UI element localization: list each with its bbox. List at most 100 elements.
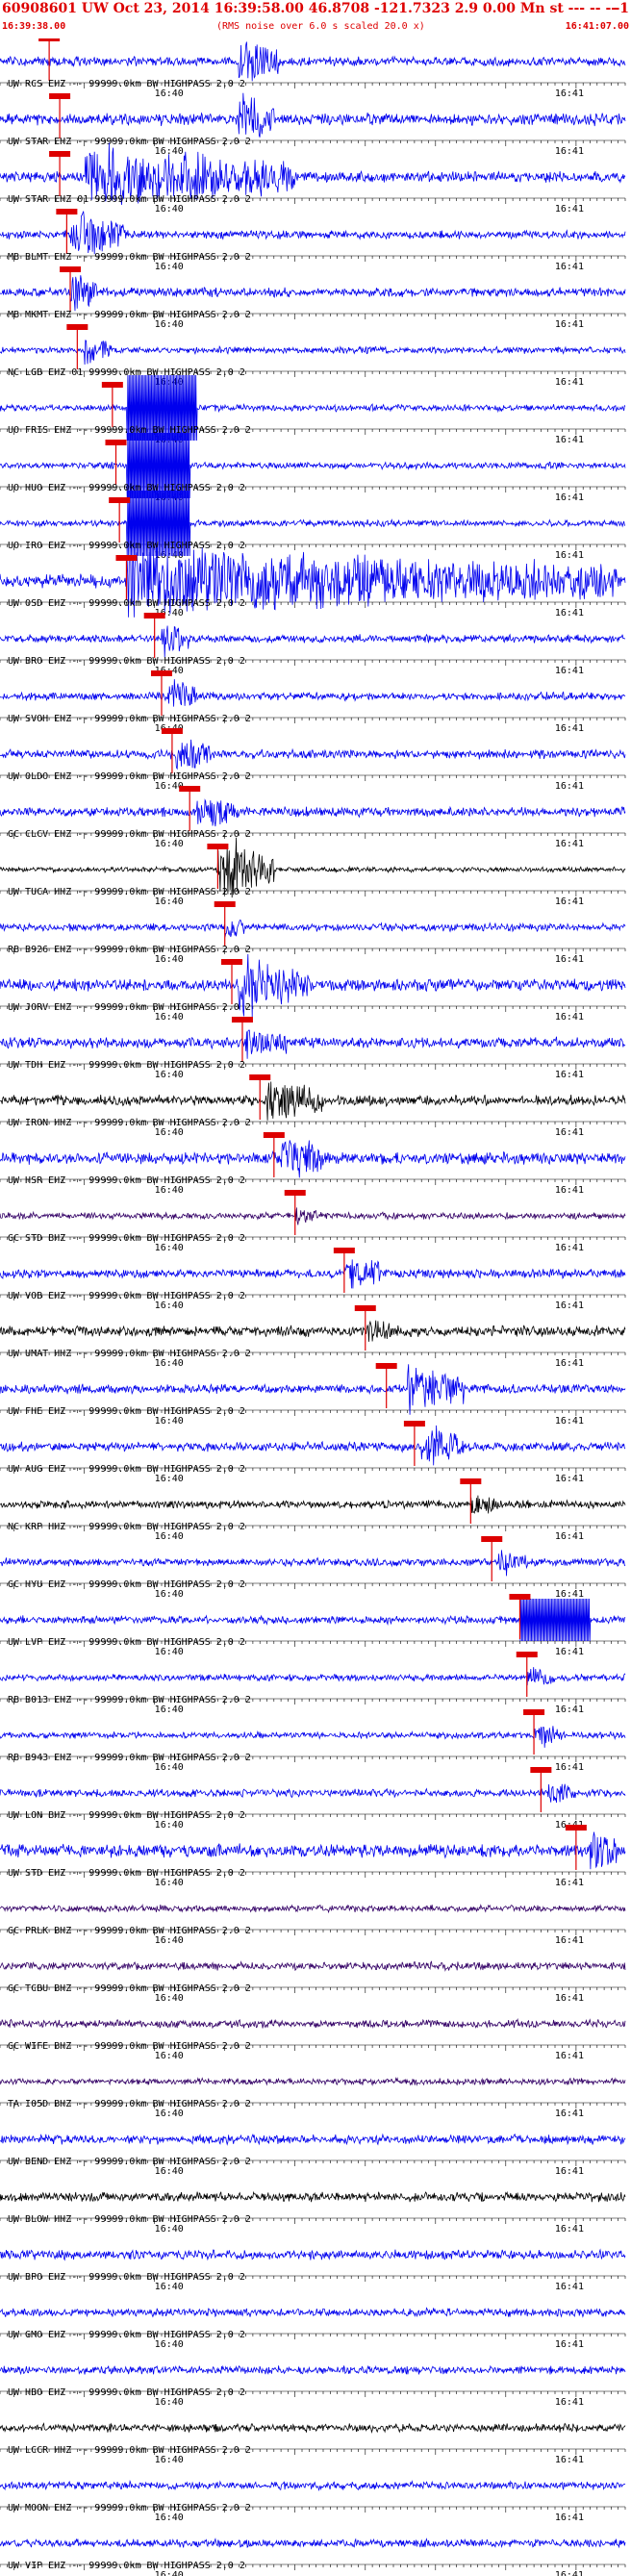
minute-tick-label: 16:41 <box>555 2513 584 2523</box>
station-label: UW OSD EHZ -- 99999.0km BW HIGHPASS 2.0 … <box>8 598 245 609</box>
arrival-pick-box <box>115 555 138 561</box>
waveform-trace <box>0 2190 626 2203</box>
seismogram-plot: 16:40 16:41 UW RCS EHZ -- 99999.0km BW HIG… <box>0 38 626 2576</box>
waveform-trace <box>0 2364 626 2376</box>
arrival-pick-box <box>66 324 88 330</box>
arrival-pick-box <box>231 1017 253 1023</box>
arrival-pick-box <box>109 497 131 503</box>
minute-tick-label: 16:40 <box>155 897 184 907</box>
station-label: UW LVP EHZ -- 99999.0km BW HIGHPASS 2.0 … <box>8 1637 245 1648</box>
minute-tick-label: 16:41 <box>555 146 584 157</box>
minute-tick-label: 16:41 <box>555 1301 584 1311</box>
station-label: TA I05D BHZ -- 99999.0km BW HIGHPASS 2.0… <box>8 2099 251 2109</box>
waveform-trace <box>0 679 626 707</box>
station-label: RB B943 EHZ -- 99999.0km BW HIGHPASS 2.0… <box>8 1753 251 1763</box>
minute-tick-label: 16:41 <box>555 1589 584 1600</box>
station-label: MB MKMT EHZ -- 99999.0km BW HIGHPASS 2.0… <box>8 310 251 320</box>
station-label: UW JORV EHZ -- 99999.0km BW HIGHPASS 2.0… <box>8 1002 251 1013</box>
station-label: GC HYU EHZ -- 99999.0km BW HIGHPASS 2.0 … <box>8 1579 245 1590</box>
waveform-trace <box>0 2077 626 2086</box>
station-label: NC LGB EHZ 01 99999.0km BW HIGHPASS 2.0 … <box>8 367 245 378</box>
arrival-pick-box <box>49 151 71 157</box>
station-label: RB B013 EHZ -- 99999.0km BW HIGHPASS 2.0… <box>8 1695 251 1705</box>
minute-tick-label: 16:41 <box>555 1705 584 1715</box>
waveform-trace <box>0 739 626 770</box>
station-label: UW BPO EHZ -- 99999.0km BW HIGHPASS 2.0 … <box>8 2272 245 2283</box>
minute-tick-label: 16:40 <box>155 1993 184 2004</box>
minute-tick-label: 16:41 <box>555 1012 584 1023</box>
arrival-pick-box <box>460 1478 482 1484</box>
waveform-trace <box>0 92 626 138</box>
arrival-pick-box <box>221 959 243 965</box>
waveform-trace <box>0 1207 626 1225</box>
station-label: UW TDH EHZ -- 99999.0km BW HIGHPASS 2.0 … <box>8 1060 245 1071</box>
station-label: UW TUCA HHZ -- 99999.0km BW HIGHPASS 2.0… <box>8 887 251 897</box>
station-label: UW OLDO EHZ -- 99999.0km BW HIGHPASS 2.0… <box>8 771 251 782</box>
minute-tick-label: 16:41 <box>555 666 584 676</box>
arrival-pick-box <box>284 1190 306 1196</box>
waveform-trace <box>0 1960 626 1972</box>
arrival-pick-box <box>105 440 127 445</box>
waveform-trace <box>0 2479 626 2492</box>
minute-tick-label: 16:40 <box>155 1070 184 1080</box>
minute-tick-label: 16:40 <box>155 839 184 849</box>
arrival-pick-box <box>523 1709 545 1715</box>
station-label: UW BLOW HHZ -- 99999.0km BW HIGHPASS 2.0… <box>8 2214 251 2225</box>
event-title-tail: -1 <box>614 1 629 16</box>
minute-tick-label: 16:40 <box>155 1416 184 1427</box>
arrival-pick-box <box>161 728 183 734</box>
rms-noise-note: (RMS noise over 6.0 s scaled 20.0 x) <box>216 21 425 32</box>
minute-tick-label: 16:40 <box>155 88 184 99</box>
station-label: UW UMAT HHZ -- 99999.0km BW HIGHPASS 2.0… <box>8 1349 251 1359</box>
station-label: UW VIP EHZ -- 99999.0km BW HIGHPASS 2.0 … <box>8 2561 245 2571</box>
minute-tick-label: 16:41 <box>555 319 584 330</box>
arrival-pick-box <box>481 1536 503 1542</box>
minute-tick-label: 16:40 <box>155 2282 184 2292</box>
minute-tick-label: 16:40 <box>155 954 184 965</box>
arrival-pick-box <box>516 1652 538 1657</box>
waveform-trace <box>0 2018 626 2030</box>
waveform-trace <box>0 625 626 658</box>
waveform-trace <box>0 1831 626 1870</box>
waveform-trace <box>0 2133 626 2146</box>
minute-tick-label: 16:40 <box>155 2455 184 2465</box>
minute-tick-label: 16:41 <box>555 897 584 907</box>
station-label: UW GMO EHZ -- 99999.0km BW HIGHPASS 2.0 … <box>8 2330 245 2340</box>
station-label: MB BLMT EHZ -- 99999.0km BW HIGHPASS 2.0… <box>8 252 251 263</box>
minute-tick-label: 16:41 <box>555 2455 584 2465</box>
waveform-trace <box>0 2538 626 2549</box>
minute-tick-label: 16:40 <box>155 1474 184 1484</box>
minute-tick-label: 16:40 <box>155 2224 184 2235</box>
minute-tick-label: 16:40 <box>155 1647 184 1657</box>
waveform-trace <box>0 1081 626 1121</box>
station-label: UW AUG EHZ -- 99999.0km BW HIGHPASS 2.0 … <box>8 1464 245 1475</box>
minute-tick-label: 16:40 <box>155 2051 184 2061</box>
station-label: UW MOON EHZ -- 99999.0km BW HIGHPASS 2.0… <box>8 2503 251 2513</box>
waveform-trace <box>0 2248 626 2261</box>
waveform-trace <box>0 1029 626 1059</box>
arrival-pick-box <box>263 1132 285 1138</box>
waveform-trace <box>0 2307 626 2318</box>
minute-tick-label: 16:41 <box>555 1416 584 1427</box>
waveform-trace <box>0 1903 626 1914</box>
waveform-trace <box>0 211 626 255</box>
minute-tick-label: 16:40 <box>155 2513 184 2523</box>
arrival-pick-box <box>509 1594 531 1600</box>
arrival-pick-box <box>354 1305 376 1311</box>
minute-tick-label: 16:41 <box>555 1878 584 1888</box>
arrival-pick-box <box>214 901 236 907</box>
minute-tick-label: 16:40 <box>155 1762 184 1773</box>
arrival-pick-box <box>530 1767 552 1773</box>
station-label: UW LON BHZ -- 99999.0km BW HIGHPASS 2.0 … <box>8 1810 245 1821</box>
waveform-trace <box>0 275 626 312</box>
minute-tick-label: 16:41 <box>555 781 584 792</box>
minute-tick-label: 16:40 <box>155 204 184 215</box>
arrival-pick-box <box>150 670 172 676</box>
waveform-trace <box>0 41 626 82</box>
minute-tick-label: 16:40 <box>155 1531 184 1542</box>
minute-tick-label: 16:41 <box>555 1647 584 1657</box>
minute-tick-label: 16:41 <box>555 1358 584 1369</box>
station-label: RB B926 EHZ -- 99999.0km BW HIGHPASS 2.0… <box>8 945 251 955</box>
minute-tick-label: 16:41 <box>555 723 584 734</box>
waveform-trace <box>0 340 626 366</box>
